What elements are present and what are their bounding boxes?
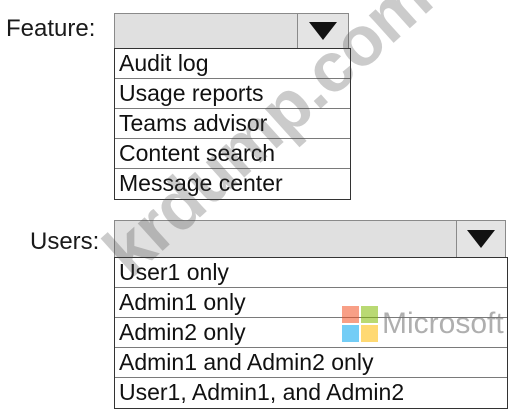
triangle-down-icon <box>467 230 495 248</box>
users-select[interactable] <box>114 220 506 258</box>
feature-option[interactable]: Audit log <box>115 49 350 79</box>
feature-option[interactable]: Teams advisor <box>115 109 350 139</box>
feature-label: Feature: <box>6 15 96 42</box>
feature-option[interactable]: Usage reports <box>115 79 350 109</box>
feature-options-list: Audit log Usage reports Teams advisor Co… <box>114 48 351 200</box>
feature-option[interactable]: Content search <box>115 139 350 169</box>
users-dropdown-button[interactable] <box>456 221 505 257</box>
feature-option[interactable]: Message center <box>115 169 350 199</box>
users-option[interactable]: Admin1 and Admin2 only <box>115 348 507 378</box>
microsoft-logo-icon <box>342 306 378 342</box>
users-label: Users: <box>30 228 100 255</box>
feature-select[interactable] <box>114 13 349 49</box>
users-option[interactable]: User1 only <box>115 258 507 288</box>
triangle-down-icon <box>309 22 337 40</box>
users-option[interactable]: User1, Admin1, and Admin2 <box>115 378 507 408</box>
feature-dropdown-button[interactable] <box>297 14 348 48</box>
microsoft-wordmark: Microsoft <box>382 307 504 340</box>
